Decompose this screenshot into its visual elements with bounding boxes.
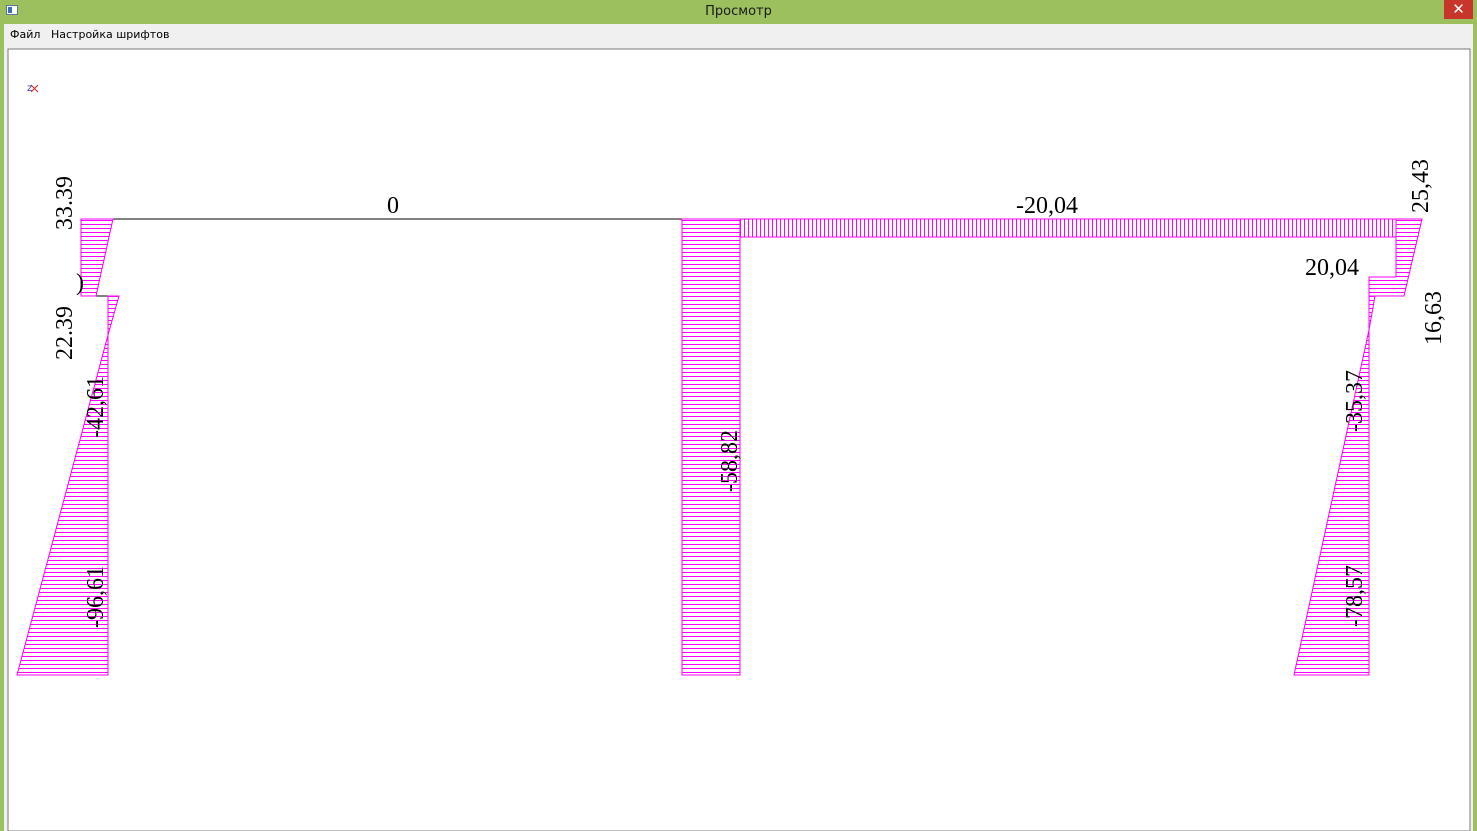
label-left-bottom: -96,61 [83, 566, 109, 628]
label-left-mid: -42,61 [83, 376, 109, 438]
label-right-col-mid: -35,37 [1342, 370, 1368, 432]
label-right-side: 16,63 [1421, 291, 1447, 345]
label-left-lower: 22.39 [52, 306, 78, 360]
label-right-mid: 20,04 [1305, 255, 1359, 281]
label-column-center: -58,82 [717, 430, 743, 492]
svg-text:z: z [27, 83, 32, 94]
label-left-partial: ) [76, 270, 84, 296]
label-right-col-bottom: -78,57 [1342, 565, 1368, 627]
label-span-right: -20,04 [1016, 193, 1078, 219]
diagram-canvas: z 33.39 ) 22.39 -42,61 -96,61 0 -58,82 -… [7, 48, 1471, 831]
label-right-top: 25,43 [1408, 159, 1434, 213]
diagram-right-beam [739, 218, 1397, 238]
label-top-left: 33.39 [52, 176, 78, 230]
label-span-left: 0 [387, 193, 399, 219]
